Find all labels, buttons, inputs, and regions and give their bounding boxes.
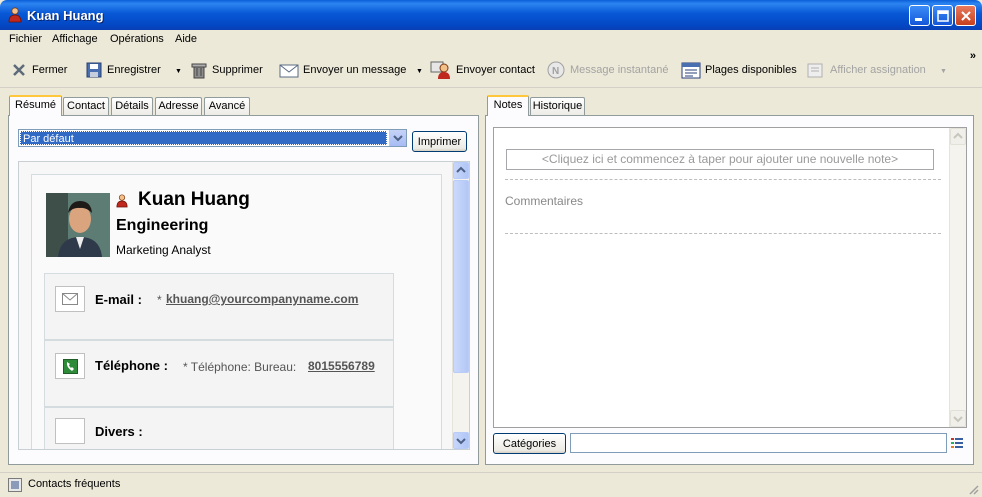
email-link[interactable]: khuang@yourcompanyname.com <box>166 292 358 306</box>
menu-file[interactable]: Fichier <box>9 33 42 45</box>
misc-label: Divers : <box>95 424 143 439</box>
view-select[interactable]: Par défaut <box>18 129 407 147</box>
frequent-contacts-icon[interactable] <box>8 478 22 492</box>
tab-advanced[interactable]: Avancé <box>204 97 250 115</box>
title-bar[interactable]: Kuan Huang <box>0 0 982 30</box>
envelope-icon <box>279 64 299 78</box>
comments-label: Commentaires <box>505 194 584 208</box>
toolbar: Fermer Enregistrer ▼ Supprimer Envoyer u… <box>0 52 982 88</box>
contact-department: Engineering <box>116 217 209 234</box>
send-message-button[interactable]: Envoyer un message <box>279 60 406 80</box>
notes-scrollbar[interactable] <box>949 128 966 427</box>
instant-message-icon: N <box>547 61 565 79</box>
close-icon <box>961 11 971 21</box>
contact-card-icon <box>430 61 450 79</box>
floppy-disk-icon <box>86 62 102 78</box>
email-icon-box <box>55 286 85 312</box>
chevron-down-icon <box>393 135 403 142</box>
tab-details[interactable]: Détails <box>111 97 153 115</box>
maximize-button[interactable] <box>932 5 953 26</box>
status-bar: Contacts fréquents <box>0 472 982 497</box>
phone-link[interactable]: 8015556789 <box>308 359 375 373</box>
delete-button[interactable]: Supprimer <box>190 60 263 80</box>
contact-name: Kuan Huang <box>138 189 250 210</box>
contact-status-icon <box>116 194 128 208</box>
person-photo-icon <box>46 193 110 257</box>
envelope-icon <box>62 293 78 305</box>
calendar-icon <box>681 62 701 79</box>
comments-divider <box>505 233 941 234</box>
show-assignment-dropdown-arrow[interactable]: ▼ <box>940 68 947 75</box>
resize-grip-icon[interactable] <box>967 483 979 495</box>
note-divider <box>505 179 941 180</box>
scroll-up-button[interactable] <box>453 162 469 179</box>
scroll-thumb[interactable] <box>453 180 469 373</box>
right-tab-strip: Notes Historique <box>487 95 687 116</box>
view-select-dropdown-button[interactable] <box>389 130 406 146</box>
tab-summary[interactable]: Résumé <box>9 95 62 116</box>
close-button[interactable]: Fermer <box>10 60 67 80</box>
show-assignment-button[interactable]: Afficher assignation <box>806 60 926 80</box>
print-button[interactable]: Imprimer <box>412 131 467 152</box>
contact-job-title: Marketing Analyst <box>116 243 211 257</box>
save-dropdown-arrow[interactable]: ▼ <box>175 68 182 75</box>
email-section: E-mail : * khuang@yourcompanyname.com <box>44 273 394 340</box>
menu-view[interactable]: Affichage <box>52 33 98 45</box>
chevron-up-icon <box>456 166 466 173</box>
notes-scroll-up-button[interactable] <box>950 128 966 145</box>
tab-notes[interactable]: Notes <box>487 95 529 116</box>
status-text: Contacts fréquents <box>28 478 121 490</box>
send-contact-button[interactable]: Envoyer contact <box>430 60 535 80</box>
contact-person-icon <box>8 7 22 23</box>
chevron-down-icon <box>456 438 466 445</box>
misc-section: Divers : <box>44 407 394 449</box>
maximize-icon <box>937 10 949 22</box>
minimize-button[interactable] <box>909 5 930 26</box>
tab-contact[interactable]: Contact <box>63 97 109 115</box>
send-message-dropdown-arrow[interactable]: ▼ <box>416 68 423 75</box>
chevron-down-icon <box>953 416 963 423</box>
trash-can-icon <box>191 63 207 79</box>
email-prefix: * <box>157 293 162 307</box>
toolbar-overflow-chevron[interactable]: » <box>970 50 976 62</box>
categories-button[interactable]: Catégories <box>493 433 566 454</box>
phone-icon-box <box>55 353 85 379</box>
close-x-icon <box>13 64 25 76</box>
categories-input[interactable] <box>570 433 947 453</box>
tab-history[interactable]: Historique <box>530 97 585 115</box>
view-select-value: Par défaut <box>20 131 387 145</box>
contact-card-viewport: Kuan Huang Engineering Marketing Analyst… <box>18 161 470 450</box>
category-list-icon[interactable] <box>951 437 963 449</box>
left-tab-strip: Résumé Contact Détails Adresse Avancé <box>9 95 469 116</box>
notes-scroll-down-button[interactable] <box>950 410 966 427</box>
chevron-up-icon <box>953 132 963 139</box>
window-title: Kuan Huang <box>27 8 104 23</box>
notes-area[interactable] <box>493 127 967 428</box>
svg-text:N: N <box>552 66 559 77</box>
availability-button[interactable]: Plages disponibles <box>681 60 797 80</box>
misc-icon-box <box>55 418 85 444</box>
card-scrollbar[interactable] <box>452 162 469 449</box>
scroll-down-button[interactable] <box>453 432 469 449</box>
menu-help[interactable]: Aide <box>175 33 197 45</box>
new-note-input[interactable]: <Cliquez ici et commencez à taper pour a… <box>506 149 934 170</box>
instant-message-button[interactable]: N Message instantané <box>546 60 668 80</box>
tab-address[interactable]: Adresse <box>155 97 202 115</box>
phone-icon <box>63 359 78 374</box>
assignment-icon <box>807 63 823 78</box>
minimize-icon <box>915 18 922 21</box>
menu-bar: Fichier Affichage Opérations Aide <box>0 30 982 49</box>
phone-label: Téléphone : <box>95 358 168 373</box>
email-label: E-mail : <box>95 292 142 307</box>
contact-photo <box>46 193 110 257</box>
contact-card: Kuan Huang Engineering Marketing Analyst… <box>31 174 442 449</box>
save-button[interactable]: Enregistrer <box>85 60 161 80</box>
menu-actions[interactable]: Opérations <box>110 33 164 45</box>
phone-section: Téléphone : * Téléphone: Bureau: 8015556… <box>44 340 394 407</box>
close-window-button[interactable] <box>955 5 976 26</box>
phone-prefix: * Téléphone: Bureau: <box>183 360 297 374</box>
